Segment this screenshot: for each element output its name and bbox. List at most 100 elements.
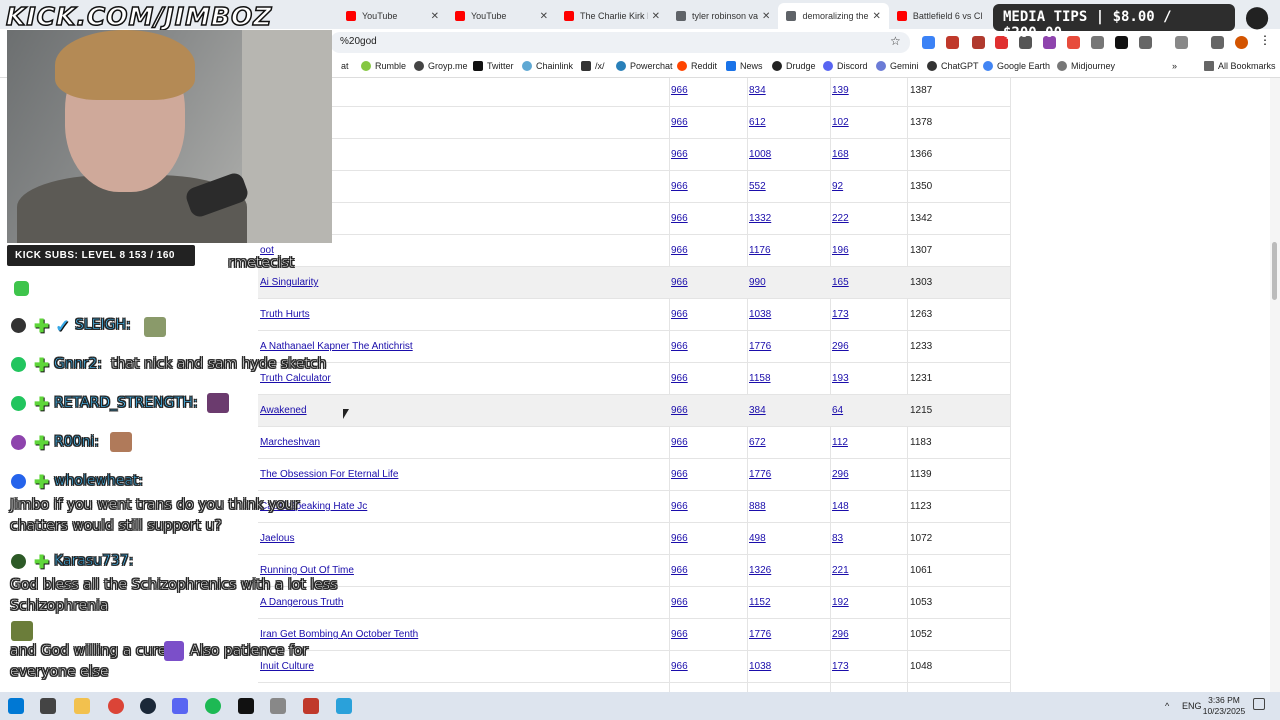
- cell-link[interactable]: 221: [832, 565, 849, 576]
- extension-icon[interactable]: [1091, 36, 1104, 49]
- cell-link[interactable]: 1152: [749, 597, 771, 608]
- tab-youtube-2[interactable]: YouTube ✕: [447, 3, 556, 29]
- cell-link[interactable]: 966: [671, 373, 688, 384]
- bookmark-news[interactable]: News: [726, 61, 763, 71]
- cell-link[interactable]: 966: [671, 181, 688, 192]
- cell-link[interactable]: 966: [671, 629, 688, 640]
- tab-demoralizing[interactable]: demoralizing the ✕: [778, 3, 889, 29]
- extension-icon[interactable]: [972, 36, 985, 49]
- bookmark-x[interactable]: /x/: [581, 61, 605, 71]
- puzzle-icon[interactable]: [1139, 36, 1152, 49]
- tab-charlie-kirk[interactable]: The Charlie Kirk I ✕: [556, 3, 668, 29]
- cell-link[interactable]: 148: [832, 501, 849, 512]
- cell-link[interactable]: 966: [671, 437, 688, 448]
- cell-link[interactable]: 888: [749, 501, 766, 512]
- cell-link[interactable]: 672: [749, 437, 766, 448]
- cell-link[interactable]: 1776: [749, 341, 771, 352]
- chevron-up-icon[interactable]: ^: [1165, 701, 1169, 711]
- bookmark-item[interactable]: at: [341, 61, 349, 71]
- bookmark-drudge[interactable]: Drudge: [772, 61, 816, 71]
- all-bookmarks[interactable]: All Bookmarks: [1204, 61, 1276, 71]
- cell-link[interactable]: 966: [671, 309, 688, 320]
- cell-link[interactable]: 1038: [749, 309, 771, 320]
- cell-link[interactable]: 222: [832, 213, 849, 224]
- app-icon[interactable]: [303, 698, 319, 714]
- scrollbar[interactable]: [1270, 78, 1280, 692]
- bookmark-powerchat[interactable]: Powerchat: [616, 61, 673, 71]
- cell-link[interactable]: 966: [671, 501, 688, 512]
- close-icon[interactable]: ✕: [540, 11, 548, 22]
- app-icon[interactable]: [270, 698, 286, 714]
- chrome-icon[interactable]: [108, 698, 124, 714]
- clock[interactable]: 3:36 PM 10/23/2025: [1200, 695, 1248, 717]
- cell-link[interactable]: 966: [671, 245, 688, 256]
- cell-link[interactable]: 834: [749, 85, 766, 96]
- tab-battlefield[interactable]: Battlefield 6 vs Cl: [889, 3, 998, 29]
- cell-link[interactable]: 168: [832, 149, 849, 160]
- cell-link[interactable]: 966: [671, 85, 688, 96]
- windows-start-icon[interactable]: [8, 698, 24, 714]
- tab-youtube-1[interactable]: YouTube ✕: [338, 3, 447, 29]
- bookmark-chatgpt[interactable]: ChatGPT: [927, 61, 979, 71]
- cell-link[interactable]: 193: [832, 373, 849, 384]
- cell-link[interactable]: 966: [671, 405, 688, 416]
- cell-link[interactable]: 102: [832, 117, 849, 128]
- cell-link[interactable]: 966: [671, 117, 688, 128]
- cell-link[interactable]: 112: [832, 437, 848, 448]
- bookmark-twitter[interactable]: Twitter: [473, 61, 514, 71]
- cell-link[interactable]: 966: [671, 469, 688, 480]
- cell-link[interactable]: 92: [832, 181, 843, 192]
- terminal-icon[interactable]: [238, 698, 254, 714]
- cell-link[interactable]: 196: [832, 245, 849, 256]
- close-icon[interactable]: ✕: [652, 11, 660, 22]
- bookmark-midjourney[interactable]: Midjourney: [1057, 61, 1115, 71]
- discord-icon[interactable]: [172, 698, 188, 714]
- cell-link[interactable]: 1332: [749, 213, 771, 224]
- tab-tyler-robinson[interactable]: tyler robinson va ✕: [668, 3, 778, 29]
- cell-link[interactable]: 966: [671, 597, 688, 608]
- bookmark-google-earth[interactable]: Google Earth: [983, 61, 1050, 71]
- cell-link[interactable]: 165: [832, 277, 849, 288]
- bookmark-star-icon[interactable]: ☆: [890, 34, 901, 48]
- cell-link[interactable]: 1776: [749, 629, 771, 640]
- cell-link[interactable]: 966: [671, 277, 688, 288]
- steam-icon[interactable]: [140, 698, 156, 714]
- sidebar-icon[interactable]: [1175, 36, 1188, 49]
- notification-icon[interactable]: [1253, 698, 1265, 710]
- extension-icon[interactable]: [946, 36, 959, 49]
- bookmark-rumble[interactable]: Rumble: [361, 61, 406, 71]
- cell-link[interactable]: 966: [671, 533, 688, 544]
- file-explorer-icon[interactable]: [74, 698, 90, 714]
- bookmark-chainlink[interactable]: Chainlink: [522, 61, 573, 71]
- language-indicator[interactable]: ENG: [1182, 701, 1202, 711]
- cell-link[interactable]: 296: [832, 629, 849, 640]
- cell-link[interactable]: 173: [832, 309, 849, 320]
- cell-link[interactable]: 1776: [749, 469, 771, 480]
- cell-link[interactable]: 1008: [749, 149, 771, 160]
- cell-link[interactable]: 966: [671, 661, 688, 672]
- cell-link[interactable]: 1158: [749, 373, 771, 384]
- cell-link[interactable]: 296: [832, 469, 849, 480]
- avatar[interactable]: [1235, 36, 1248, 49]
- cell-link[interactable]: 384: [749, 405, 766, 416]
- cell-link[interactable]: 1326: [749, 565, 771, 576]
- extension-icon[interactable]: [1067, 36, 1080, 49]
- cell-link[interactable]: 1176: [749, 245, 771, 256]
- spotify-icon[interactable]: [205, 698, 221, 714]
- cell-link[interactable]: 966: [671, 341, 688, 352]
- cell-link[interactable]: 64: [832, 405, 843, 416]
- close-icon[interactable]: ✕: [431, 11, 439, 22]
- extension-icon[interactable]: [922, 36, 935, 49]
- cell-link[interactable]: 83: [832, 533, 843, 544]
- x-icon[interactable]: [1115, 36, 1128, 49]
- cell-link[interactable]: 966: [671, 149, 688, 160]
- cell-link[interactable]: 173: [832, 661, 849, 672]
- cell-link[interactable]: 139: [832, 85, 849, 96]
- bookmark-groyp[interactable]: Groyp.me: [414, 61, 468, 71]
- scrollbar-thumb[interactable]: [1272, 242, 1277, 300]
- cell-link[interactable]: 192: [832, 597, 849, 608]
- close-icon[interactable]: ✕: [872, 11, 880, 22]
- cell-link[interactable]: 498: [749, 533, 766, 544]
- cell-link[interactable]: 552: [749, 181, 766, 192]
- cell-link[interactable]: 1038: [749, 661, 771, 672]
